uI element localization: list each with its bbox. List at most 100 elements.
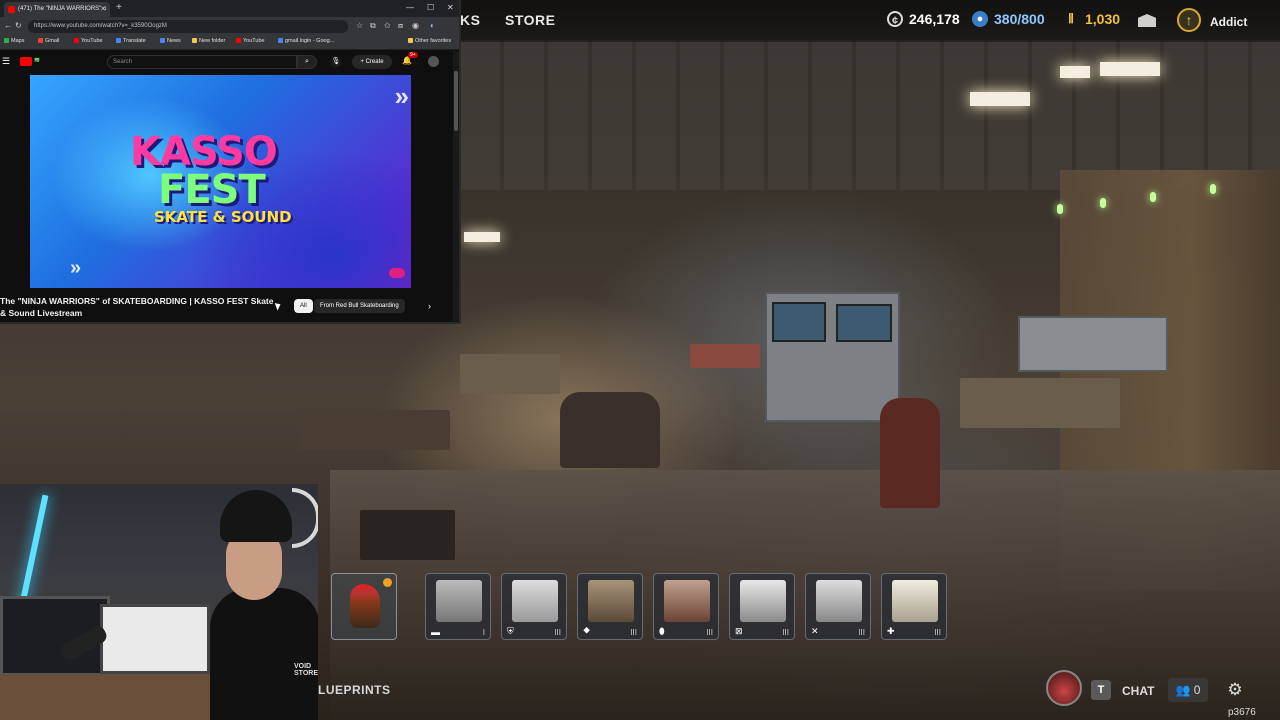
- slot-tier: I: [482, 628, 485, 637]
- bookmark-youtube-2[interactable]: YouTube: [236, 38, 265, 44]
- hotbar-slot-pet[interactable]: [331, 573, 397, 640]
- news-icon: [160, 38, 165, 43]
- bookmark-maps[interactable]: Maps: [4, 38, 24, 44]
- video-art-line2: FEST: [158, 167, 266, 213]
- hotbar-slot-4[interactable]: ⬮ III: [653, 573, 719, 640]
- crt-screen: [836, 304, 892, 342]
- chevron-right-icon: »: [394, 81, 409, 111]
- url-field[interactable]: https://www.youtube.com/watch?v=_k3590Oo…: [28, 20, 348, 33]
- account-avatar[interactable]: [428, 56, 439, 67]
- radio-equipment: [1018, 316, 1168, 372]
- youtube-icon: [74, 38, 79, 43]
- doodle-logo-icon[interactable]: ≋: [34, 56, 40, 64]
- hotbar-slot-5[interactable]: ⊠ III: [729, 573, 795, 640]
- chip-from-red-bull[interactable]: From Red Bull Skateboarding: [314, 299, 405, 313]
- rooster-icon: [350, 584, 380, 628]
- red-desk: [690, 344, 760, 368]
- tools-icon: ✕: [811, 626, 819, 636]
- workbench-icon: [588, 580, 634, 622]
- back-icon[interactable]: ←: [4, 21, 12, 30]
- currency-gold: ⫼ 1,030: [1063, 11, 1120, 27]
- bookmark-news[interactable]: News: [160, 38, 181, 44]
- armchair: [560, 392, 660, 468]
- collections-icon[interactable]: ⧈: [398, 21, 403, 31]
- other-favorites[interactable]: Other favorites: [408, 38, 451, 44]
- friends-count: 0: [1193, 683, 1201, 697]
- microphone-icon[interactable]: 🎙: [330, 56, 342, 68]
- chat-icon[interactable]: ◐: [430, 21, 435, 30]
- desk: [960, 378, 1120, 428]
- blueprints-label[interactable]: LUEPRINTS: [318, 683, 391, 697]
- chevron-right-icon[interactable]: ›: [428, 301, 431, 311]
- scrollbar[interactable]: [453, 51, 459, 321]
- bookmark-translate[interactable]: Translate: [116, 38, 146, 44]
- mouse-cursor-icon: [274, 301, 283, 311]
- rank-icon[interactable]: ↑: [1177, 8, 1201, 32]
- friends-button[interactable]: 👥 0: [1168, 678, 1208, 702]
- scroll-thumb[interactable]: [454, 71, 458, 131]
- player-name[interactable]: Addict: [1210, 15, 1247, 29]
- player-avatar[interactable]: [1046, 670, 1082, 706]
- bookmark-new-folder[interactable]: New folder: [192, 38, 225, 44]
- profile-icon[interactable]: ◉: [412, 21, 419, 30]
- browser-window: (471) The "NINJA WARRIORS" o ✕ + — ☐ ✕ ←…: [0, 0, 461, 324]
- workbench-icon: [892, 580, 938, 622]
- friends-icon: 👥: [1175, 683, 1191, 697]
- video-art-line1: KASSO: [130, 129, 278, 175]
- tokens-value: 380/800: [994, 11, 1045, 27]
- search-input[interactable]: Search: [107, 55, 297, 69]
- nav-tab-store[interactable]: STORE: [505, 12, 555, 28]
- tab-title: (471) The "NINJA WARRIORS" o: [18, 6, 107, 12]
- headset-icon: [292, 488, 318, 548]
- chevron-right-icon: »: [70, 257, 82, 279]
- office-chair: [880, 398, 940, 508]
- youtube-logo-icon[interactable]: [20, 57, 32, 66]
- slot-type-icon: ▬: [431, 627, 440, 637]
- hotbar-slot-6[interactable]: ✕ III: [805, 573, 871, 640]
- slot-tier: III: [858, 628, 865, 637]
- bulb: [1057, 204, 1063, 214]
- hotbar-slot-1[interactable]: ▬ I: [425, 573, 491, 640]
- ceiling-light: [1060, 66, 1090, 78]
- favorites-icon[interactable]: ✩: [384, 21, 391, 30]
- plus-icon: ✚: [887, 626, 895, 636]
- refresh-icon[interactable]: ↻: [15, 21, 22, 30]
- youtube-favicon-icon: [8, 6, 15, 13]
- create-button[interactable]: + Create: [352, 55, 392, 69]
- search-icon[interactable]: ⌕: [297, 55, 317, 69]
- hotbar-slot-7[interactable]: ✚ III: [881, 573, 947, 640]
- maximize-icon[interactable]: ☐: [427, 3, 434, 12]
- youtube-icon: [236, 38, 241, 43]
- video-player[interactable]: » » KASSO FEST SKATE & SOUND: [30, 75, 411, 288]
- hamburger-menu-icon[interactable]: ☰: [2, 56, 10, 67]
- settings-gear-icon[interactable]: ⚙: [1222, 678, 1248, 702]
- crate: [360, 510, 455, 560]
- hoodie-logo: VOID STORE: [294, 663, 318, 677]
- nav-tab-tasks[interactable]: KS: [460, 12, 480, 28]
- chip-all[interactable]: All: [294, 299, 313, 313]
- ceiling-light: [970, 92, 1030, 106]
- extensions-icon[interactable]: ⧉: [370, 21, 376, 31]
- notification-dot-icon: [383, 578, 392, 587]
- chat-button[interactable]: CHAT: [1122, 684, 1154, 698]
- credits-value: 246,178: [909, 11, 960, 27]
- bookmark-gmail[interactable]: Gmail: [38, 38, 59, 44]
- beanie: [220, 490, 292, 542]
- youtube-header: ☰ ≋ Search ⌕ 🎙 + Create 🔔 9+: [0, 51, 459, 73]
- gold-bars-icon: ⫼: [1068, 13, 1074, 25]
- hotbar-slot-3[interactable]: ⯁ III: [577, 573, 643, 640]
- slot-tier: III: [782, 628, 789, 637]
- star-icon[interactable]: ☆: [356, 21, 363, 30]
- bookmark-gmail-login[interactable]: gmail.login - Goog...: [278, 38, 334, 44]
- maps-icon: [4, 38, 9, 43]
- new-tab-icon[interactable]: +: [116, 2, 122, 13]
- hotbar-slot-2[interactable]: ⛨ III: [501, 573, 567, 640]
- close-tab-icon[interactable]: ✕: [100, 2, 106, 17]
- bookmark-youtube[interactable]: YouTube: [74, 38, 103, 44]
- shield-icon: ⛨: [507, 626, 514, 636]
- bookmarks-bar: Maps Gmail YouTube Translate News New fo…: [0, 36, 459, 50]
- workbench-icon: [436, 580, 482, 622]
- browser-tab[interactable]: (471) The "NINJA WARRIORS" o ✕: [4, 2, 110, 17]
- minimize-icon[interactable]: —: [406, 3, 414, 12]
- close-window-icon[interactable]: ✕: [447, 3, 454, 12]
